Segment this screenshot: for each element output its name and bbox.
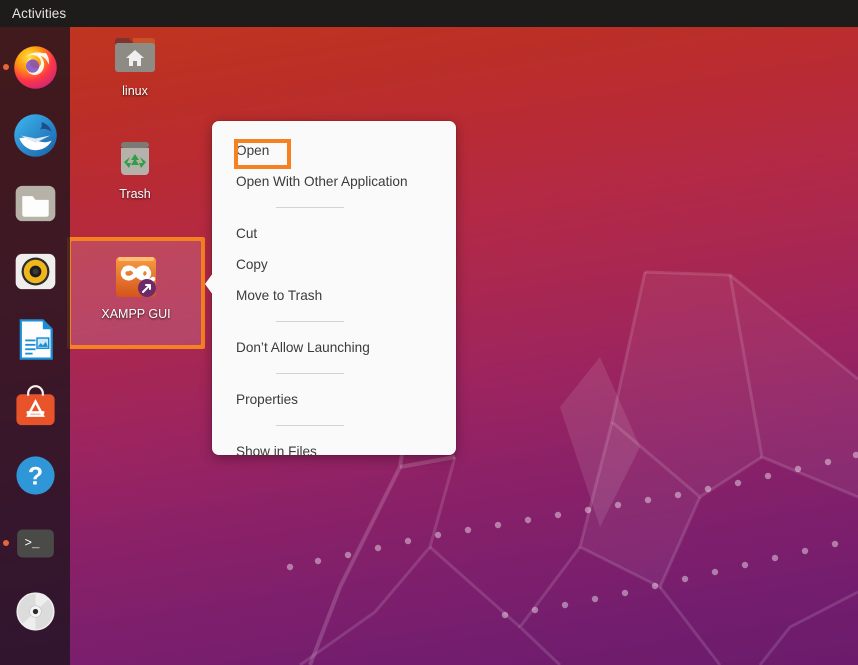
trash-icon [121, 142, 149, 175]
dock-item-files[interactable] [0, 169, 70, 237]
svg-text:?: ? [27, 462, 42, 490]
menu-item-open-with-other-application[interactable]: Open With Other Application [212, 166, 456, 197]
home-folder-icon [115, 38, 155, 72]
ubuntu-software-icon [15, 384, 55, 425]
dock-item-libreoffice[interactable] [0, 305, 70, 373]
dock-item-terminal[interactable]: >_ [0, 509, 70, 577]
menu-item-copy[interactable]: Copy [212, 249, 456, 280]
desktop-icon-label: Trash [119, 187, 151, 201]
dock-item-firefox[interactable] [0, 33, 70, 101]
dock-item-software[interactable] [0, 373, 70, 441]
menu-item-move-to-trash[interactable]: Move to Trash [212, 280, 456, 311]
svg-text:>_: >_ [24, 536, 39, 550]
menu-separator [276, 207, 344, 208]
rhythmbox-icon [15, 253, 55, 289]
firefox-icon [13, 45, 57, 89]
desktop-icon-label: linux [122, 84, 148, 98]
dock: ? >_ [0, 27, 70, 665]
context-menu-notch [205, 273, 213, 295]
context-menu: Open Open With Other Application Cut Cop… [205, 121, 456, 459]
menu-separator [276, 321, 344, 322]
terminal-icon: >_ [16, 529, 54, 557]
running-indicator-firefox [3, 64, 9, 70]
menu-item-dont-allow-launching[interactable]: Don’t Allow Launching [212, 332, 456, 363]
menu-item-cut[interactable]: Cut [212, 218, 456, 249]
menu-separator [276, 373, 344, 374]
menu-item-show-in-files[interactable]: Show in Files [212, 436, 456, 467]
dock-item-help[interactable]: ? [0, 441, 70, 509]
help-icon: ? [15, 455, 55, 495]
xampp-icon [116, 257, 156, 297]
thunderbird-icon [13, 113, 57, 157]
desktop-icon-xampp-gui[interactable]: XAMPP GUI [69, 239, 203, 347]
desktop-icon-trash[interactable]: Trash [92, 133, 178, 201]
dock-item-disc[interactable] [0, 577, 70, 645]
menu-item-open[interactable]: Open [212, 135, 456, 166]
desktop-icon-label: XAMPP GUI [101, 307, 171, 321]
disc-icon [15, 591, 55, 631]
menu-item-properties[interactable]: Properties [212, 384, 456, 415]
running-indicator-terminal [3, 540, 9, 546]
files-icon [15, 185, 55, 221]
desktop-icon-linux[interactable]: linux [92, 30, 178, 98]
menu-separator [276, 425, 344, 426]
dock-item-thunderbird[interactable] [0, 101, 70, 169]
dock-item-rhythmbox[interactable] [0, 237, 70, 305]
libreoffice-icon [19, 318, 53, 360]
activities-button[interactable]: Activities [3, 0, 75, 27]
top-bar: Activities [0, 0, 858, 27]
desktop-screen: Activities ? >_ linux Trash XAMPP GUI Op… [0, 0, 858, 665]
